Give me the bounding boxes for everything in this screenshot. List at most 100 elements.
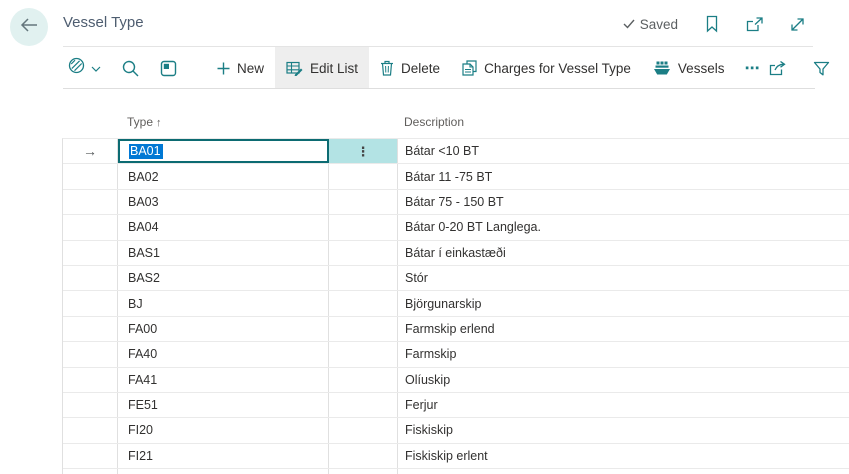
- more-options-icon[interactable]: ⋯: [735, 47, 769, 89]
- type-cell[interactable]: FE51: [118, 393, 329, 417]
- delete-button[interactable]: Delete: [369, 47, 451, 89]
- description-cell[interactable]: Björgunarskip: [398, 291, 849, 315]
- description-cell[interactable]: Bátar 11 -75 BT: [398, 164, 849, 188]
- ship-icon: [653, 61, 671, 75]
- views-selector[interactable]: [68, 47, 101, 89]
- page-header: Vessel Type Saved: [0, 0, 849, 47]
- expand-icon[interactable]: [790, 17, 805, 32]
- table-header-row: Type↑ Description: [62, 89, 849, 138]
- trash-icon: [380, 60, 394, 76]
- row-selector-cell[interactable]: →: [63, 164, 118, 188]
- table-row: → FI20 ⋮ Fiskiskip: [63, 418, 849, 443]
- sort-ascending-icon: ↑: [156, 117, 162, 129]
- row-menu-cell[interactable]: ⋮: [329, 317, 398, 341]
- saved-indicator: Saved: [623, 17, 678, 32]
- table-row: → BA01 ⋮ Bátar <10 BT: [63, 139, 849, 164]
- row-menu-cell[interactable]: ⋮: [329, 164, 398, 188]
- description-cell[interactable]: Farmskip erlend: [398, 317, 849, 341]
- row-selector-cell[interactable]: →: [63, 368, 118, 392]
- type-cell[interactable]: FI21: [118, 444, 329, 468]
- arrow-left-icon: [19, 17, 39, 38]
- row-selector-cell[interactable]: →: [63, 241, 118, 265]
- row-selector-cell[interactable]: →: [63, 291, 118, 315]
- row-menu-cell[interactable]: ⋮: [329, 393, 398, 417]
- type-cell[interactable]: FI20: [118, 418, 329, 442]
- type-cell[interactable]: FA40: [118, 342, 329, 366]
- row-menu-cell[interactable]: ⋮: [329, 444, 398, 468]
- type-cell[interactable]: BA01: [118, 139, 329, 163]
- analyze-icon[interactable]: [160, 47, 177, 89]
- type-cell[interactable]: BA04: [118, 215, 329, 239]
- row-menu-cell[interactable]: ⋮: [329, 241, 398, 265]
- table-row: → FI21 ⋮ Fiskiskip erlent: [63, 444, 849, 469]
- type-cell[interactable]: BAS2: [118, 266, 329, 290]
- row-selector-cell[interactable]: →: [63, 215, 118, 239]
- table-row: → BA03 ⋮ Bátar 75 - 150 BT: [63, 190, 849, 215]
- row-selector-cell[interactable]: →: [63, 190, 118, 214]
- row-menu-icon: ⋮: [357, 145, 370, 158]
- row-menu-cell[interactable]: ⋮: [329, 418, 398, 442]
- search-icon[interactable]: [122, 47, 139, 89]
- row-selector-cell[interactable]: →: [63, 139, 118, 163]
- filter-icon[interactable]: [813, 61, 830, 76]
- description-cell[interactable]: Stór: [398, 266, 849, 290]
- row-selector-cell[interactable]: →: [63, 317, 118, 341]
- table-row: → BAS2 ⋮ Stór: [63, 266, 849, 291]
- row-menu-cell[interactable]: ⋮: [329, 215, 398, 239]
- open-in-new-window-icon[interactable]: [746, 17, 763, 32]
- row-selector-cell[interactable]: →: [63, 418, 118, 442]
- table-body: → BA01 ⋮ Bátar <10 BT → BA02 ⋮ Bátar 11 …: [62, 138, 849, 469]
- description-cell[interactable]: Bátar í einkastæði: [398, 241, 849, 265]
- description-cell[interactable]: Ferjur: [398, 393, 849, 417]
- description-cell[interactable]: Bátar 0-20 BT Langlega.: [398, 215, 849, 239]
- table-row: → BA04 ⋮ Bátar 0-20 BT Langlega.: [63, 215, 849, 240]
- page-title: Vessel Type: [63, 14, 144, 31]
- share-icon[interactable]: [769, 61, 787, 76]
- table-row: → BA02 ⋮ Bátar 11 -75 BT: [63, 164, 849, 189]
- type-cell[interactable]: BAS1: [118, 241, 329, 265]
- column-header-description[interactable]: Description: [397, 115, 849, 129]
- description-cell[interactable]: Bátar <10 BT: [398, 139, 849, 163]
- column-header-type[interactable]: Type↑: [117, 115, 328, 129]
- type-cell[interactable]: BJ: [118, 291, 329, 315]
- description-cell[interactable]: Bátar 75 - 150 BT: [398, 190, 849, 214]
- new-button[interactable]: New: [206, 47, 275, 89]
- type-cell[interactable]: FA00: [118, 317, 329, 341]
- vessels-button[interactable]: Vessels: [642, 47, 736, 89]
- row-menu-cell[interactable]: ⋮: [329, 190, 398, 214]
- row-selector-cell[interactable]: →: [63, 266, 118, 290]
- vessel-type-list: Type↑ Description → BA01 ⋮ Bátar <10 BT …: [62, 89, 849, 469]
- row-menu-cell[interactable]: ⋮: [329, 291, 398, 315]
- table-row: → FA40 ⋮ Farmskip: [63, 342, 849, 367]
- row-selector-cell[interactable]: →: [63, 393, 118, 417]
- edit-list-button[interactable]: Edit List: [275, 47, 369, 89]
- edit-list-icon: [286, 61, 303, 76]
- new-button-label: New: [237, 61, 264, 76]
- type-cell[interactable]: BA03: [118, 190, 329, 214]
- views-icon: [68, 57, 85, 79]
- bookmark-icon[interactable]: [705, 15, 719, 33]
- description-cell[interactable]: Olíuskip: [398, 368, 849, 392]
- current-row-indicator-icon: →: [83, 144, 97, 158]
- description-cell[interactable]: Farmskip: [398, 342, 849, 366]
- plus-icon: [217, 62, 230, 75]
- vessels-button-label: Vessels: [678, 61, 725, 76]
- edit-list-button-label: Edit List: [310, 61, 358, 76]
- table-row: → FA00 ⋮ Farmskip erlend: [63, 317, 849, 342]
- row-selector-cell[interactable]: →: [63, 444, 118, 468]
- toolbar-divider-line: [63, 88, 815, 89]
- table-row: → FE51 ⋮ Ferjur: [63, 393, 849, 418]
- row-menu-cell[interactable]: ⋮: [329, 342, 398, 366]
- row-menu-cell[interactable]: ⋮: [329, 266, 398, 290]
- saved-label: Saved: [640, 17, 678, 32]
- charges-for-vessel-type-button[interactable]: Charges for Vessel Type: [451, 47, 642, 89]
- row-menu-cell[interactable]: ⋮: [329, 139, 398, 163]
- type-cell[interactable]: BA02: [118, 164, 329, 188]
- row-selector-cell[interactable]: →: [63, 342, 118, 366]
- table-row: → BJ ⋮ Björgunarskip: [63, 291, 849, 316]
- back-button[interactable]: [10, 8, 48, 46]
- description-cell[interactable]: Fiskiskip: [398, 418, 849, 442]
- row-menu-cell[interactable]: ⋮: [329, 368, 398, 392]
- type-cell[interactable]: FA41: [118, 368, 329, 392]
- description-cell[interactable]: Fiskiskip erlent: [398, 444, 849, 468]
